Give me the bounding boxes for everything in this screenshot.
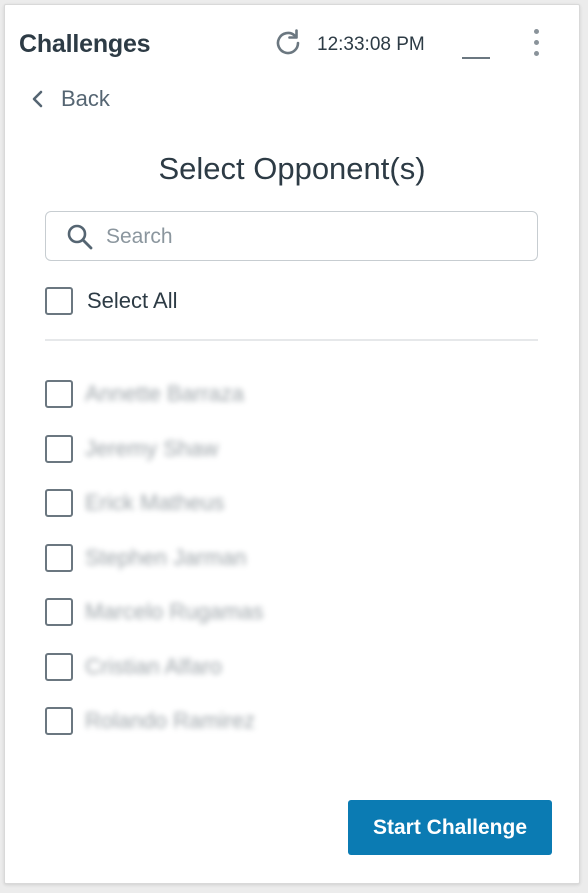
select-all-row[interactable]: Select All [45,287,178,315]
opponent-name: Annette Barraza [85,381,244,407]
header: Challenges 12:33:08 PM [5,5,579,77]
opponent-name: Stephen Jarman [85,544,247,570]
refresh-icon[interactable] [272,27,304,59]
search-icon [67,224,93,250]
opponent-checkbox[interactable] [45,543,73,572]
chevron-left-icon [32,90,43,108]
back-label: Back [61,86,110,111]
opponent-name: Rolando Ramirez [85,708,255,734]
opponent-checkbox[interactable] [45,707,73,736]
opponent-checkbox[interactable] [45,380,73,409]
opponent-checkbox[interactable] [45,652,73,681]
opponent-item[interactable]: Jeremy Shaw [45,422,538,477]
start-challenge-button[interactable]: Start Challenge [348,800,552,855]
opponent-item[interactable]: Erick Matheus [45,476,538,531]
clock: 12:33:08 PM [317,34,425,55]
opponent-name: Cristian Alfaro [85,653,222,679]
divider [45,339,538,341]
search-box[interactable] [45,211,538,261]
opponent-item[interactable]: Marcelo Rugamas [45,585,538,640]
select-all-checkbox[interactable] [45,287,73,315]
challenges-panel: Challenges 12:33:08 PM Back Select Oppon… [4,4,580,884]
opponent-item[interactable]: Rolando Ramirez [45,694,538,749]
opponent-list: Annette Barraza Jeremy Shaw Erick Matheu… [45,367,538,749]
opponent-name: Erick Matheus [85,490,225,516]
opponent-checkbox[interactable] [45,489,73,518]
page-title: Select Opponent(s) [158,151,426,186]
select-all-label: Select All [87,288,178,313]
opponent-name: Marcelo Rugamas [85,599,264,625]
opponent-item[interactable]: Annette Barraza [45,367,538,422]
back-button[interactable]: Back [29,83,110,115]
minimize-icon[interactable] [458,31,494,61]
opponent-item[interactable]: Stephen Jarman [45,531,538,586]
opponent-checkbox[interactable] [45,434,73,463]
opponent-name: Jeremy Shaw [85,435,219,461]
opponent-item[interactable]: Cristian Alfaro [45,640,538,695]
more-vertical-icon[interactable] [526,25,546,61]
opponent-checkbox[interactable] [45,598,73,627]
search-input[interactable] [106,220,526,254]
app-title: Challenges [19,30,151,58]
